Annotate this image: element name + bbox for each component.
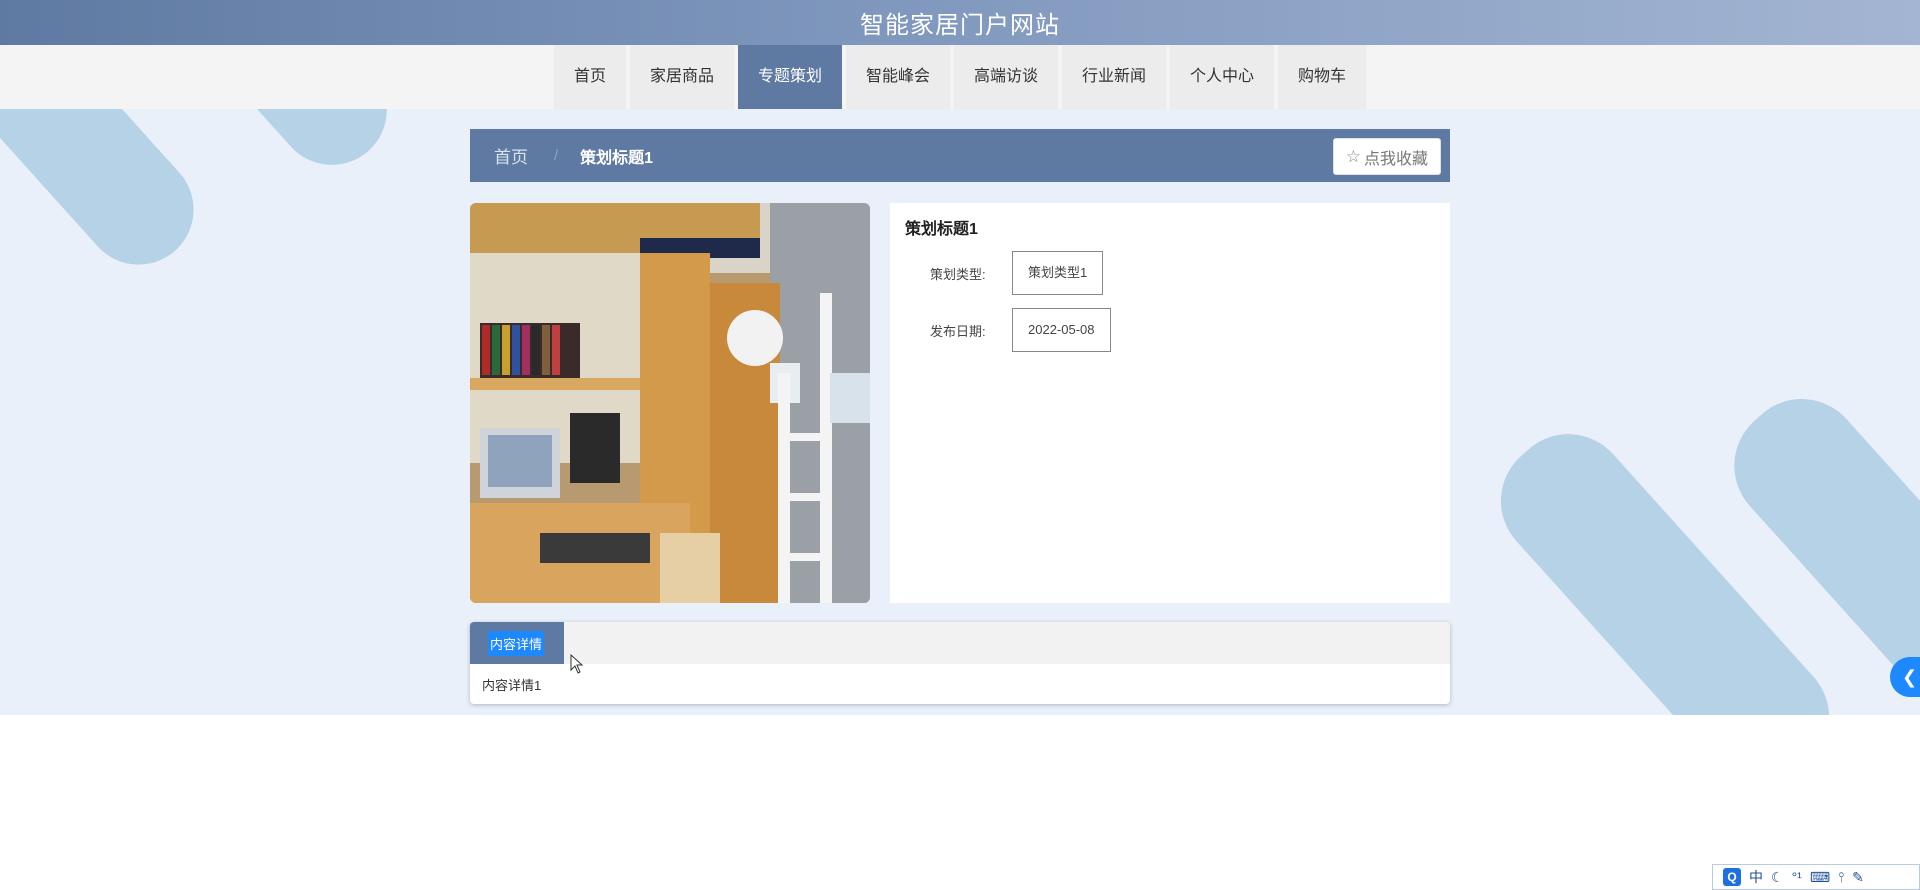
nav-item-cart[interactable]: 购物车	[1278, 45, 1367, 109]
site-header: 智能家居门户网站	[0, 0, 1920, 45]
content-detail-text: 内容详情1	[482, 678, 542, 693]
tab-content-detail[interactable]: 内容详情	[470, 622, 564, 664]
main-nav: 首页 家居商品 专题策划 智能峰会 高端访谈 行业新闻 个人中心 购物车	[0, 45, 1920, 109]
moon-icon[interactable]: ☾	[1771, 869, 1784, 886]
type-row: 策划类型: 策划类型1	[930, 251, 1104, 295]
type-label: 策划类型:	[930, 266, 986, 282]
favorite-button[interactable]: ☆ 点我收藏	[1332, 138, 1441, 175]
tab-strip: 内容详情	[470, 622, 1450, 664]
nav-item-special-planning[interactable]: 专题策划	[737, 45, 842, 109]
breadcrumb-home[interactable]: 首页	[494, 143, 528, 168]
content-detail-card: 内容详情 内容详情1	[470, 622, 1450, 704]
type-value: 策划类型1	[1012, 251, 1104, 295]
ime-logo-icon[interactable]: Q	[1723, 868, 1741, 886]
detail-panel: 策划标题1 策划类型: 策划类型1 发布日期: 2022-05-08	[890, 203, 1450, 603]
planning-image	[470, 203, 870, 603]
nav-item-home-products[interactable]: 家居商品	[629, 45, 734, 109]
wrench-icon[interactable]: ✎	[1852, 869, 1864, 886]
breadcrumb-separator: /	[554, 147, 559, 164]
decor-stripe	[0, 109, 217, 288]
bunk-bed-photo	[470, 203, 870, 603]
punctuation-icon[interactable]: °¹	[1792, 869, 1802, 885]
chevron-left-icon: ❮	[1902, 667, 1918, 687]
breadcrumb-current: 策划标题1	[580, 149, 654, 167]
decor-stripe	[180, 109, 410, 188]
nav-item-personal-center[interactable]: 个人中心	[1170, 45, 1275, 109]
ime-toolbar: Q 中 ☾ °¹ ⌨ ⫯ ✎	[1712, 864, 1920, 890]
detail-title: 策划标题1	[905, 221, 978, 238]
fullwidth-icon[interactable]: ⫯	[1838, 869, 1844, 886]
nav-item-home[interactable]: 首页	[553, 45, 626, 109]
breadcrumb: 首页 / 策划标题1 ☆ 点我收藏	[470, 129, 1450, 182]
favorite-button-label: 点我收藏	[1363, 150, 1428, 168]
nav-item-interviews[interactable]: 高端访谈	[954, 45, 1059, 109]
site-title: 智能家居门户网站	[860, 12, 1060, 39]
keyboard-icon[interactable]: ⌨	[1810, 869, 1830, 886]
mouse-cursor-icon	[570, 654, 584, 674]
star-icon: ☆	[1345, 146, 1361, 166]
nav-item-industry-news[interactable]: 行业新闻	[1062, 45, 1167, 109]
ime-lang-toggle[interactable]: 中	[1749, 867, 1763, 887]
date-value: 2022-05-08	[1012, 308, 1111, 352]
nav-item-smart-summit[interactable]: 智能峰会	[845, 45, 950, 109]
date-row: 发布日期: 2022-05-08	[930, 308, 1111, 352]
date-label: 发布日期:	[930, 323, 986, 339]
tab-content-detail-label: 内容详情	[488, 630, 545, 656]
